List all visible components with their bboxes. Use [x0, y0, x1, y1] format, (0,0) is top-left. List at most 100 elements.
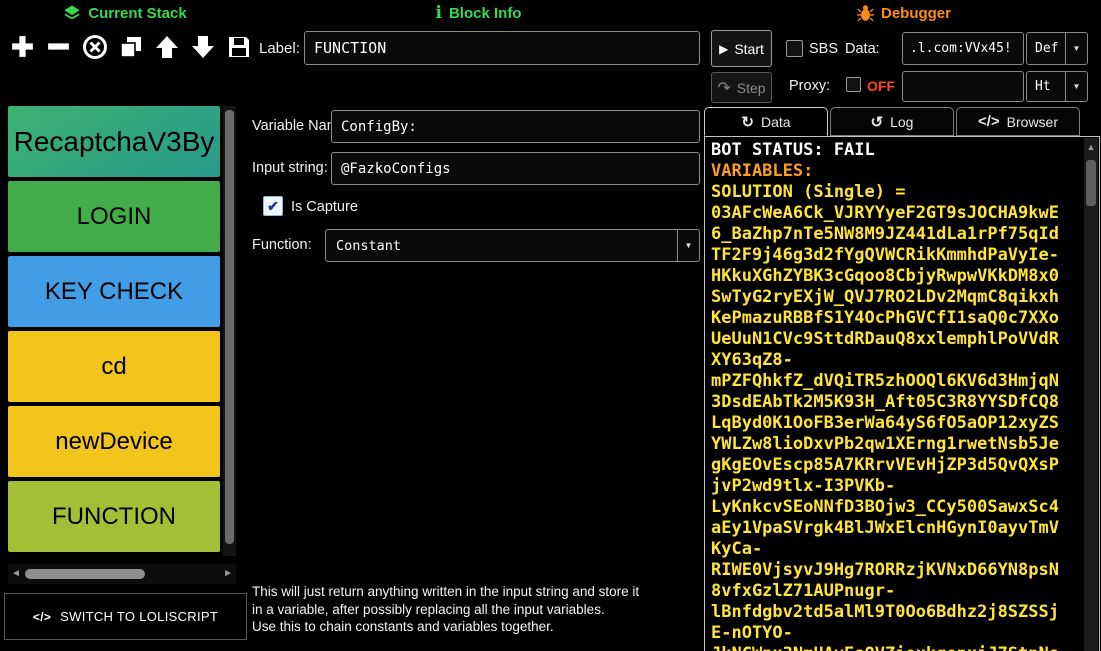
circle-x-icon	[82, 34, 108, 60]
scroll-left-icon[interactable]: ◄	[11, 568, 21, 579]
code-icon: </>	[33, 610, 51, 624]
log-output: BOT STATUS: FAILVARIABLES:SOLUTION (Sing…	[711, 140, 1082, 651]
stack-block-recaptchav3by[interactable]: RecaptchaV3By	[8, 106, 220, 177]
log-line: JkNCWnx3NmHAvEsQVZioxkgenxiJ7StpNe	[711, 644, 1082, 651]
data-type-dropdown[interactable]: Def ▼	[1026, 32, 1088, 65]
log-line: aEy1VpaSVrgk4BlJWxElcnHGynI0ayvTmV	[711, 518, 1082, 539]
debugger-tabs: ↻ Data ↺ Log </>Browser	[704, 107, 1082, 136]
log-line: mPZFQhkfZ_dVQiTR5zhOOQl6KV6d3HmjqN	[711, 371, 1082, 392]
bug-icon	[857, 4, 874, 22]
log-line: 8vfxGzlZ71AUPnugr-	[711, 581, 1082, 602]
move-down-button[interactable]	[186, 28, 219, 65]
disable-block-button[interactable]	[78, 28, 111, 65]
step-button-label: Step	[737, 80, 766, 96]
variable-name-input[interactable]	[331, 110, 700, 143]
stack-block-label: cd	[101, 353, 126, 381]
tab-label: Data	[761, 114, 791, 130]
log-line: HKkuXGhZYBK3cGqoo8CbjyRwpwVKkDM8x0	[711, 266, 1082, 287]
stack-block-cd[interactable]: cd	[8, 331, 220, 402]
current-stack-title: Current Stack	[88, 5, 186, 22]
description-line: Use this to chain constants and variable…	[252, 618, 712, 636]
proxy-checkbox[interactable]	[846, 77, 861, 92]
tab-log[interactable]: ↺ Log	[830, 107, 954, 136]
start-button[interactable]: ▶ Start	[711, 30, 772, 67]
log-line: YWLZw8lioDxvPb2qw1XErng1rwetNsb5Je	[711, 434, 1082, 455]
stack-block-login[interactable]: LOGIN	[8, 181, 220, 252]
function-value: Constant	[326, 230, 677, 261]
log-scrollbar[interactable]: ▲	[1084, 138, 1098, 651]
is-capture-checkbox[interactable]: ✔	[263, 196, 283, 216]
data-input[interactable]	[902, 32, 1024, 65]
is-capture-label: Is Capture	[291, 199, 358, 215]
step-button[interactable]: ↷ Step	[711, 72, 772, 103]
remove-block-button[interactable]	[42, 28, 75, 65]
log-line: lBnfdgbv2td5alMl9T0Oo6Bdhz2j8SZSSj	[711, 602, 1082, 623]
sbs-checkbox[interactable]	[786, 40, 803, 57]
log-line: SOLUTION (Single) =	[711, 182, 1082, 203]
stack-list: RecaptchaV3By LOGIN KEY CHECK cd newDevice FU…	[8, 106, 220, 556]
clone-block-button[interactable]	[114, 28, 147, 65]
log-line: XY63qZ8-	[711, 350, 1082, 371]
block-info-title: Block Info	[449, 5, 522, 22]
chevron-down-icon: ▼	[678, 230, 699, 261]
input-string-input[interactable]	[331, 152, 700, 185]
description-line: This will just return anything written i…	[252, 583, 712, 601]
log-line: KyCa-	[711, 539, 1082, 560]
input-string-caption: Input string:	[252, 160, 328, 176]
add-block-button[interactable]	[6, 28, 39, 65]
log-line: 3DsdEAbTk2M5K93H_Aft05C3R8YYSDfCQ8	[711, 392, 1082, 413]
save-config-button[interactable]	[222, 28, 255, 65]
log-line: LqByd0K1OoFB3erWa64yS6fO5aOP12xyZS	[711, 413, 1082, 434]
function-caption: Function:	[252, 237, 312, 253]
copy-icon	[118, 34, 144, 60]
block-info-header: i Block Info	[250, 0, 707, 26]
scrollbar-thumb[interactable]	[1086, 160, 1096, 206]
history-icon: ↺	[871, 113, 884, 131]
log-line: UeUuN1CVc9SttdRDauQ8xxlemphlPoVVdR	[711, 329, 1082, 350]
sbs-label: SBS	[809, 41, 838, 57]
log-line: TF2F9j46g3d2fYgQVWCRikKmmhdPaVyIe-	[711, 245, 1082, 266]
chevron-down-icon: ▼	[1066, 72, 1087, 101]
step-icon: ↷	[717, 78, 730, 98]
stack-icon	[63, 4, 81, 22]
scrollbar-thumb[interactable]	[225, 110, 234, 544]
switch-to-loliscript-button[interactable]: </> SWITCH TO LOLISCRIPT	[4, 593, 247, 640]
proxy-type-dropdown[interactable]: Ht ▼	[1026, 71, 1088, 102]
log-line: SwTyG2ryEXjW_QVJ7RO2LDv2MqmC8qikxh	[711, 287, 1082, 308]
log-line: 03AFcWeA6Ck_VJRYYyeF2GT9sJOCHA9kwE	[711, 203, 1082, 224]
tab-data[interactable]: ↻ Data	[704, 107, 828, 136]
play-icon: ▶	[719, 42, 728, 56]
scroll-right-icon[interactable]: ►	[223, 568, 233, 579]
tab-label: Log	[890, 114, 913, 130]
stack-horizontal-scrollbar[interactable]: ◄ ►	[8, 564, 236, 584]
block-description: This will just return anything written i…	[252, 583, 712, 636]
log-line: KePmazuRBBfS1Y4OcPhGVCfI1saQ0c7XXo	[711, 308, 1082, 329]
stack-block-function[interactable]: FUNCTION	[8, 481, 220, 552]
stack-block-newdevice[interactable]: newDevice	[8, 406, 220, 477]
log-line: VARIABLES:	[711, 161, 1082, 182]
proxy-status: OFF	[867, 78, 895, 94]
label-input[interactable]	[304, 31, 700, 65]
stack-block-label: LOGIN	[77, 203, 152, 231]
function-dropdown[interactable]: Constant ▼	[325, 229, 700, 262]
label-caption: Label:	[259, 40, 300, 57]
proxy-input[interactable]	[902, 71, 1024, 102]
code-icon: </>	[978, 113, 1000, 130]
stack-block-key-check[interactable]: KEY CHECK	[8, 256, 220, 327]
arrow-up-icon	[154, 34, 180, 60]
scrollbar-thumb[interactable]	[25, 569, 145, 579]
tab-browser[interactable]: </>Browser	[956, 107, 1080, 136]
log-line: gKgEOvEscp85A7KRrvVEvHjZP3d5QvQXsP	[711, 455, 1082, 476]
log-line: BOT STATUS: FAIL	[711, 140, 1082, 161]
refresh-icon: ↻	[741, 113, 754, 131]
proxy-caption: Proxy:	[789, 78, 830, 94]
scroll-up-icon[interactable]: ▲	[1084, 138, 1098, 152]
stack-vertical-scrollbar[interactable]	[223, 106, 236, 556]
log-line: E-nOTYO-	[711, 623, 1082, 644]
log-line: LyKnkcvSEoNNfD3BOjw3_CCy500SawxSc4	[711, 497, 1082, 518]
move-up-button[interactable]	[150, 28, 183, 65]
proxy-type-value: Ht	[1027, 72, 1065, 101]
stack-block-label: RecaptchaV3By	[14, 126, 215, 158]
stack-block-label: newDevice	[55, 428, 172, 456]
debugger-title: Debugger	[881, 5, 951, 22]
